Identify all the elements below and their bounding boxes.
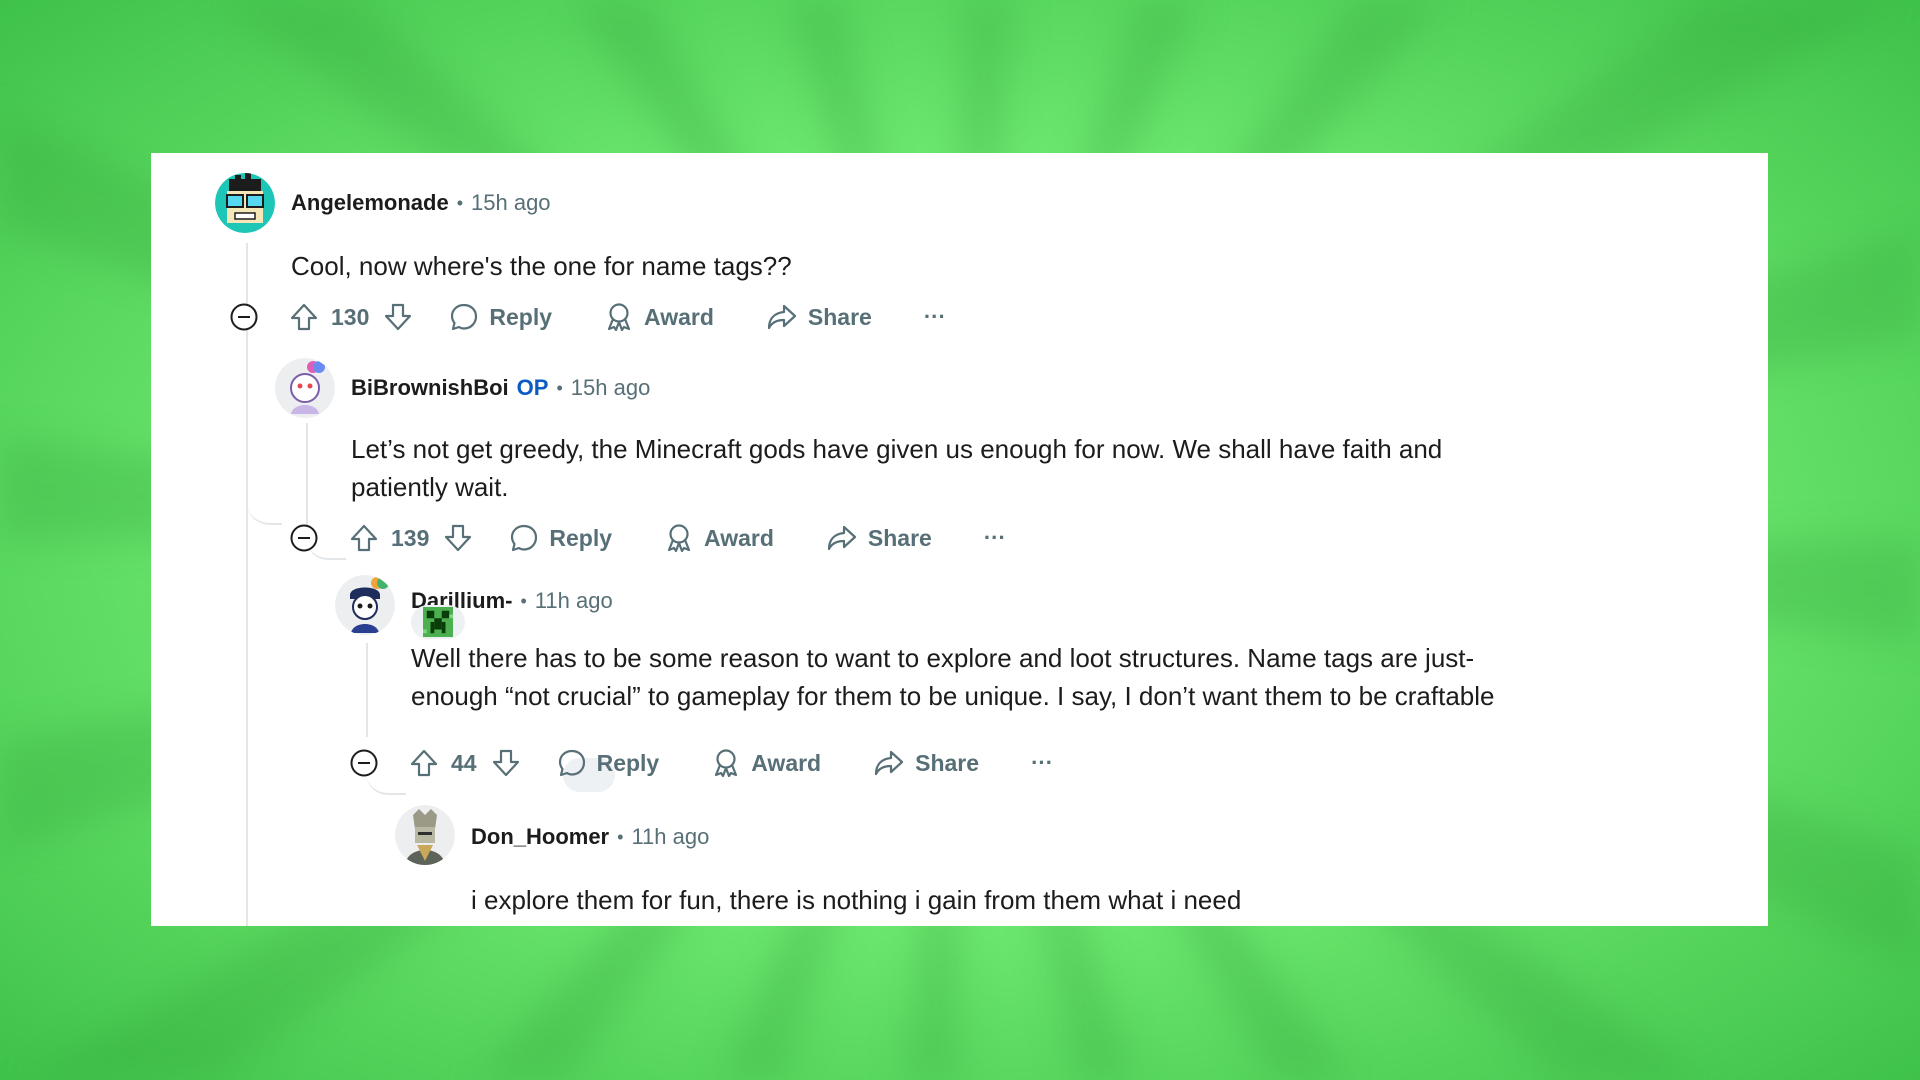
author-name[interactable]: Angelemonade	[291, 190, 449, 216]
award-label: Award	[704, 524, 774, 551]
comment-angelemonade: Angelemonade • 15h ago Cool, now where's…	[151, 153, 1768, 353]
award-label: Award	[644, 303, 714, 330]
comment-actions: 44 Reply Award Share ···	[409, 743, 1053, 783]
timestamp[interactable]: 15h ago	[471, 190, 551, 216]
reply-button[interactable]: Reply	[557, 748, 660, 778]
upvote-icon[interactable]	[409, 748, 439, 778]
reply-button[interactable]: Reply	[509, 523, 612, 553]
comment-body-line: enough “not crucial” to gameplay for the…	[411, 681, 1495, 711]
comment-body: i explore them for fun, there is nothing…	[471, 881, 1241, 919]
comment-body-line: Well there has to be some reason to want…	[411, 643, 1475, 673]
award-button[interactable]: Award	[604, 302, 714, 332]
upvote-icon[interactable]	[349, 523, 379, 553]
meta-separator: •	[520, 590, 527, 611]
meta-separator: •	[556, 377, 563, 398]
meta-separator: •	[617, 826, 624, 847]
award-icon	[604, 302, 634, 332]
downvote-icon[interactable]	[491, 748, 521, 778]
timestamp[interactable]: 15h ago	[571, 375, 651, 401]
comment-meta: BiBrownishBoi OP • 15h ago	[351, 375, 650, 401]
collapse-thread-button[interactable]	[350, 749, 378, 777]
vote-score: 130	[331, 303, 370, 330]
comment-meta: Don_Hoomer • 11h ago	[471, 824, 709, 850]
author-name[interactable]: BiBrownishBoi	[351, 375, 509, 401]
comment-actions: 130 Reply Award Share ···	[289, 297, 946, 337]
reply-bubble-icon	[509, 523, 539, 553]
author-name[interactable]: Don_Hoomer	[471, 824, 609, 850]
comment-don-hoomer: Don_Hoomer • 11h ago i explore them for …	[151, 803, 1768, 926]
collapse-thread-button[interactable]	[290, 524, 318, 552]
award-icon	[711, 748, 741, 778]
timestamp[interactable]: 11h ago	[535, 588, 613, 614]
creeper-flair	[411, 605, 465, 639]
collapse-thread-button[interactable]	[230, 303, 258, 331]
share-arrow-icon	[873, 748, 905, 778]
avatar-snoo-icon[interactable]	[275, 358, 335, 418]
comment-actions: 139 Reply Award Share ···	[349, 518, 1006, 558]
comment-meta: Angelemonade • 15h ago	[291, 190, 551, 216]
op-badge: OP	[516, 375, 549, 400]
comment-bibrownishboi: BiBrownishBoi OP • 15h ago Let’s not get…	[151, 348, 1768, 553]
comment-body: Well there has to be some reason to want…	[411, 639, 1494, 715]
reply-button[interactable]: Reply	[449, 302, 552, 332]
reply-bubble-icon	[557, 748, 587, 778]
creeper-face-icon	[423, 607, 453, 637]
award-button[interactable]: Award	[711, 748, 821, 778]
downvote-icon[interactable]	[443, 523, 473, 553]
share-label: Share	[915, 749, 980, 776]
share-button[interactable]: Share	[873, 748, 979, 778]
reply-label: Reply	[489, 303, 553, 330]
avatar-snoo-cap-icon[interactable]	[335, 575, 395, 635]
award-icon	[664, 523, 694, 553]
downvote-icon[interactable]	[383, 302, 413, 332]
avatar-knight-icon[interactable]	[395, 805, 455, 865]
more-options-button[interactable]: ···	[984, 525, 1006, 551]
share-arrow-icon	[826, 523, 858, 553]
vote-score: 139	[391, 524, 430, 551]
comment-body: Let’s not get greedy, the Minecraft gods…	[351, 430, 1442, 506]
vote-score: 44	[451, 749, 477, 776]
upvote-icon[interactable]	[289, 302, 319, 332]
comment-darillium: Darillium- • 11h ago Well there has to b…	[151, 573, 1768, 792]
share-arrow-icon	[766, 302, 798, 332]
meta-separator: •	[456, 192, 464, 213]
comment-body: Cool, now where's the one for name tags?…	[291, 247, 792, 285]
comment-body-line: Let’s not get greedy, the Minecraft gods…	[351, 434, 1443, 464]
timestamp[interactable]: 11h ago	[631, 824, 709, 850]
reply-label: Reply	[596, 749, 660, 776]
more-options-button[interactable]: ···	[924, 304, 946, 330]
award-label: Award	[751, 749, 822, 776]
share-label: Share	[867, 524, 932, 551]
reply-label: Reply	[549, 524, 613, 551]
avatar-glasses-icon[interactable]	[215, 173, 275, 233]
more-options-button[interactable]: ···	[1031, 750, 1053, 776]
share-button[interactable]: Share	[826, 523, 932, 553]
comment-thread-card: Angelemonade • 15h ago Cool, now where's…	[151, 153, 1768, 926]
comment-body-line: Cool, now where's the one for name tags?…	[291, 251, 792, 281]
share-label: Share	[807, 303, 872, 330]
award-button[interactable]: Award	[664, 523, 774, 553]
comment-body-line: patiently wait.	[351, 472, 509, 502]
comment-body-line: i explore them for fun, there is nothing…	[471, 885, 1242, 915]
share-button[interactable]: Share	[766, 302, 872, 332]
reply-bubble-icon	[449, 302, 479, 332]
